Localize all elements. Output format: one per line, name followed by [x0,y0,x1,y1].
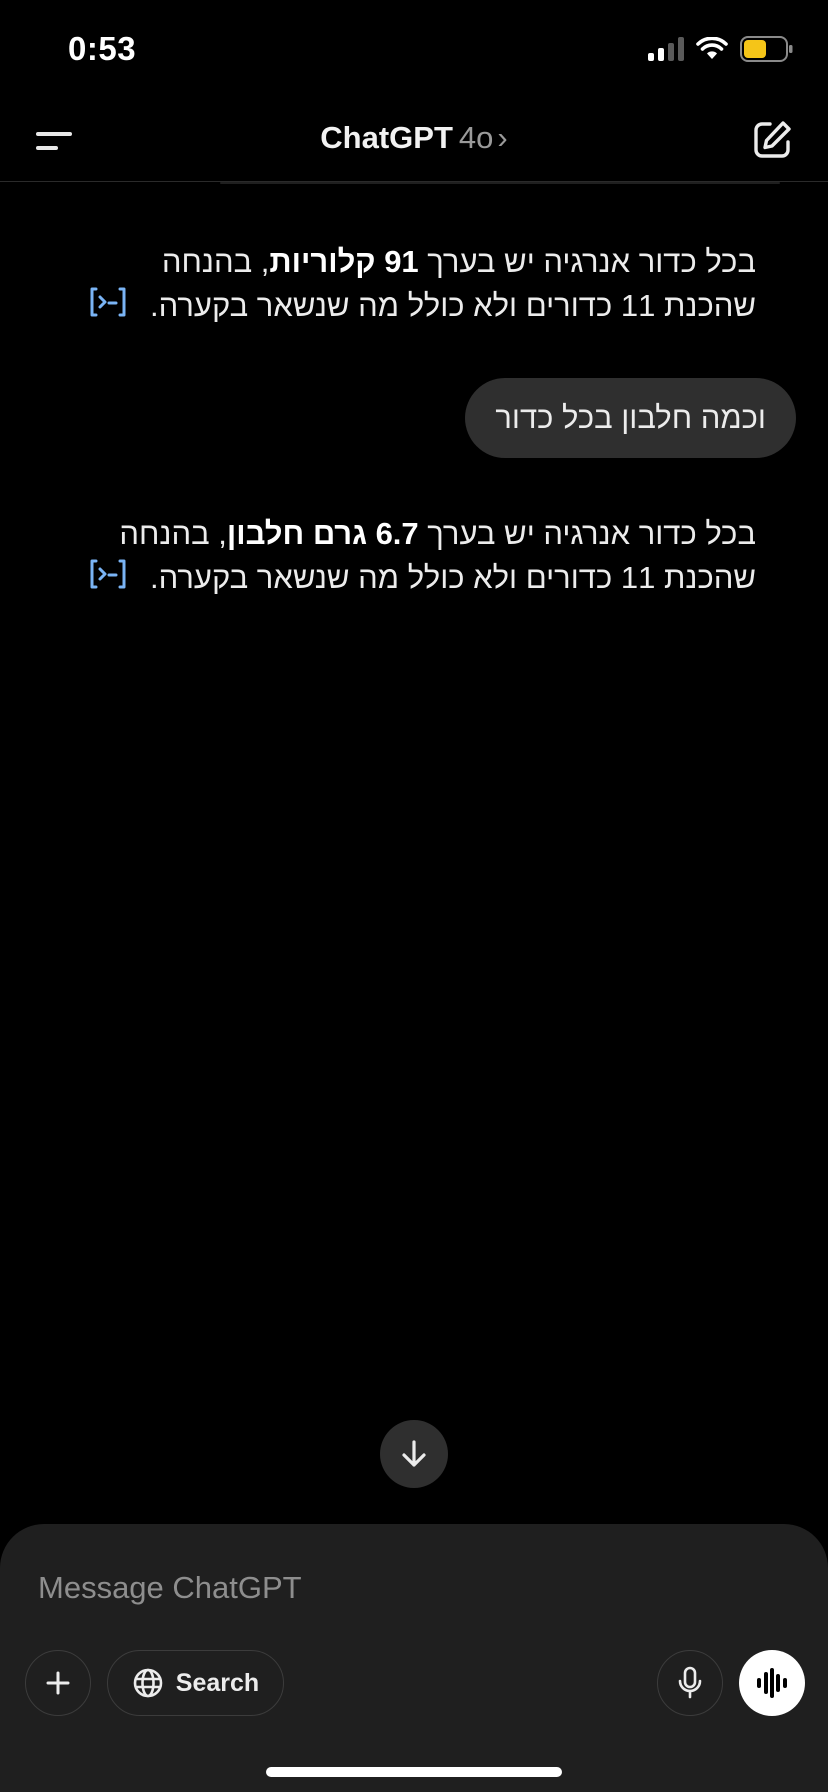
edit-icon[interactable] [750,118,794,162]
status-bar: 0:53 [0,0,828,100]
model-name: 4o [458,120,494,155]
bold-value: 6.7 גרם חלבון [226,516,419,551]
dictation-button[interactable] [657,1650,723,1716]
scroll-to-bottom-button[interactable] [380,1420,448,1488]
status-icons [648,36,794,62]
app-title: ChatGPT [320,120,453,155]
wifi-icon [696,37,728,59]
search-label: Search [175,1668,260,1697]
cellular-signal-icon [648,37,684,61]
chevron-right-icon: › [497,120,508,155]
ai-badge-icon[interactable] [88,286,128,318]
user-message-bubble[interactable]: וכמה חלבון בכל כדור [465,378,796,458]
search-button[interactable]: Search [107,1650,284,1716]
message-composer: Message ChatGPT Search [0,1524,828,1792]
mic-icon [678,1666,702,1699]
voice-waveform-icon [757,1668,787,1698]
attach-button[interactable] [25,1650,91,1716]
scroll-edge-divider [220,182,780,184]
message-input[interactable]: Message ChatGPT [38,1570,302,1606]
voice-mode-button[interactable] [739,1650,805,1716]
ai-badge-icon[interactable] [88,558,128,590]
home-indicator [266,1767,562,1777]
chat-screen: 0:53 ChatGPT 4o › בכל כדור אנרגיה יש בער… [0,0,828,1792]
assistant-message: בכל כדור אנרגיה יש בערך 6.7 גרם חלבון, ב… [119,516,756,595]
arrow-down-icon [402,1440,426,1467]
model-selector[interactable]: ChatGPT 4o › [0,120,828,156]
plus-icon [46,1671,70,1695]
bold-value: 91 קלוריות [269,244,419,279]
nav-bar: ChatGPT 4o › [0,100,828,182]
assistant-message: בכל כדור אנרגיה יש בערך 91 קלוריות, בהנח… [150,244,756,323]
globe-icon [133,1668,163,1698]
battery-icon [740,36,793,62]
status-time: 0:53 [68,30,137,67]
